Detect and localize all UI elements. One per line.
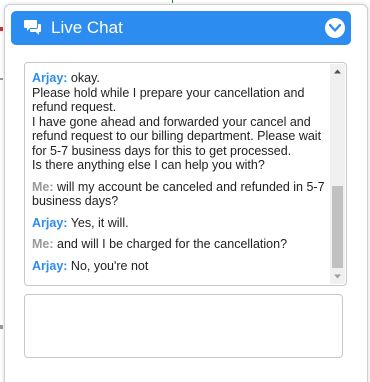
chat-transcript[interactable]: ​ Arjay: okay. Please hold while I prepa… — [24, 62, 347, 286]
background-fragment — [0, 27, 3, 31]
message-speaker: Me: — [32, 179, 54, 194]
message-text: Yes, it will. — [70, 215, 129, 230]
chat-bubbles-icon — [24, 20, 41, 35]
message-speaker: Arjay: — [32, 258, 68, 273]
chevron-down-icon — [329, 23, 341, 32]
scroll-up-button[interactable] — [330, 64, 345, 79]
message-line: okay. — [70, 71, 100, 85]
message-line: I have gone ahead and forwarded your can… — [32, 114, 322, 158]
message-text: will my account be canceled and refunded… — [32, 179, 325, 209]
chat-message: Arjay: okay. Please hold while I prepare… — [32, 71, 330, 173]
chat-message: Me: will my account be canceled and refu… — [32, 180, 330, 209]
arrow-down-icon — [334, 274, 341, 279]
message-line: Please hold while I prepare your cancell… — [32, 85, 305, 115]
background-fragment — [0, 78, 3, 80]
message-input[interactable] — [24, 294, 343, 358]
chat-message: Arjay: Yes, it will. — [32, 216, 330, 231]
page: Live Chat ​ Arjay: okay. Please hold whi… — [0, 0, 370, 382]
message-speaker: Arjay: — [32, 71, 68, 85]
message-speaker: Arjay: — [32, 215, 68, 230]
scrollbar-thumb[interactable] — [332, 186, 343, 268]
live-chat-title: Live Chat — [51, 18, 123, 37]
chat-message: Arjay: No, you're not — [32, 259, 330, 274]
message-line: Is there anything else I can help you wi… — [32, 158, 265, 172]
collapse-chat-button[interactable] — [325, 18, 345, 38]
message-text: and will I be charged for the cancellati… — [57, 237, 288, 251]
chat-message: Me: and will I be charged for the cancel… — [32, 237, 330, 252]
live-chat-header[interactable]: Live Chat — [11, 11, 351, 45]
message-text: No, you're not — [70, 258, 149, 273]
scroll-down-button[interactable] — [330, 269, 345, 284]
arrow-up-icon — [334, 69, 341, 74]
message-speaker: Me: — [32, 237, 54, 251]
transcript-scrollbar[interactable] — [330, 64, 345, 284]
partial-message-line: ​ — [32, 63, 330, 67]
background-fragment — [0, 325, 3, 329]
chat-messages: Arjay: okay. Please hold while I prepare… — [32, 71, 330, 273]
background-fragment — [172, 0, 173, 3]
